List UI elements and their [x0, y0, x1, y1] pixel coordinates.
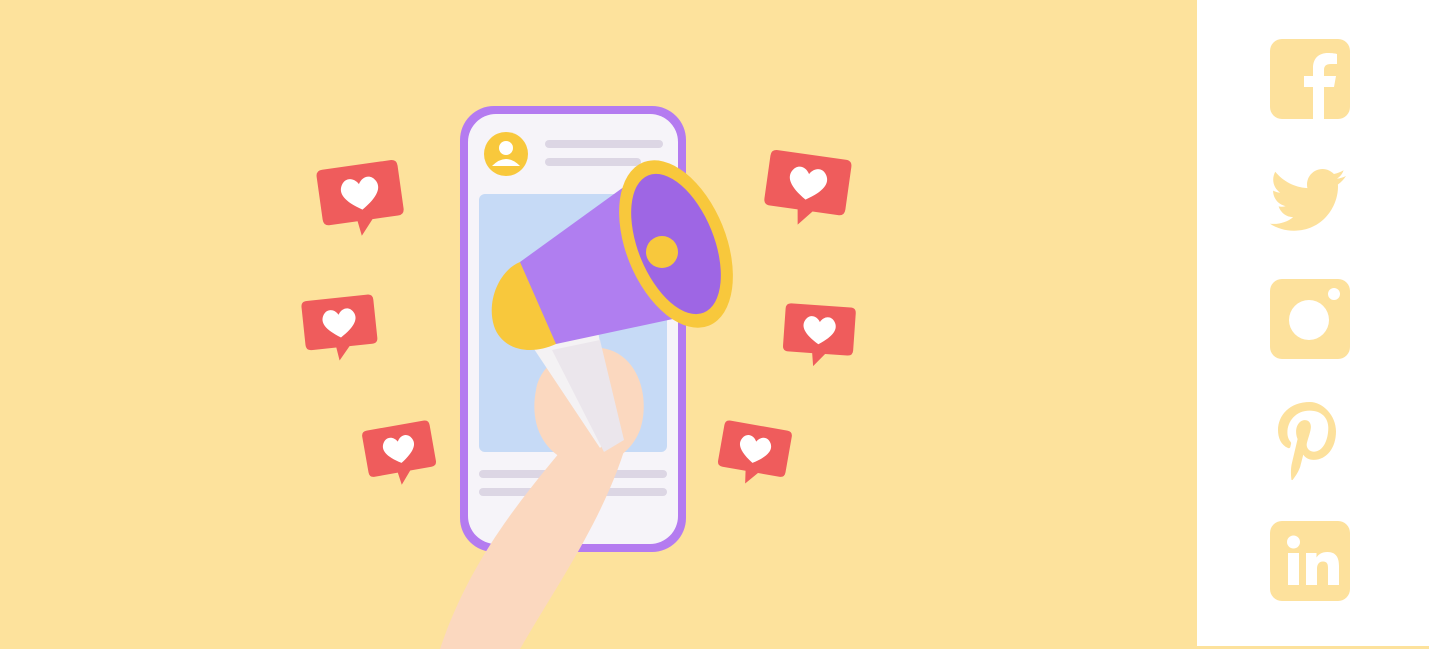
instagram-button[interactable]: instagram-icon	[1270, 279, 1350, 359]
linkedin-button[interactable]: linkedin-icon	[1270, 521, 1350, 601]
pinterest-icon	[1278, 402, 1336, 480]
instagram-icon	[1270, 279, 1350, 359]
facebook-icon	[1270, 39, 1350, 119]
social-share-sidebar: facebook-icon twitter-icon instagram-ico…	[1197, 0, 1429, 649]
twitter-icon	[1270, 169, 1346, 231]
hero-illustration	[0, 0, 1197, 649]
twitter-button[interactable]: twitter-icon	[1270, 160, 1350, 240]
linkedin-icon	[1270, 521, 1350, 601]
pinterest-button[interactable]: pinterest-icon	[1270, 400, 1350, 480]
marketing-illustration	[0, 0, 1197, 649]
facebook-button[interactable]: facebook-icon	[1270, 39, 1350, 119]
